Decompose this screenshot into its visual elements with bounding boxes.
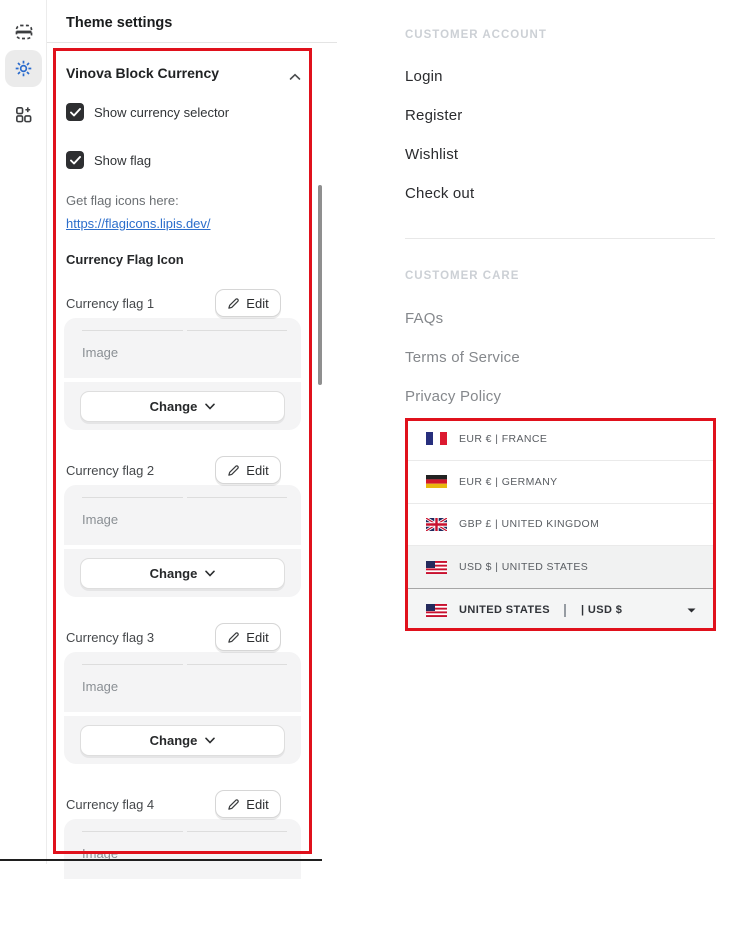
change-button-label: Change [150,733,198,748]
placeholder-divider [82,664,287,665]
chevron-down-icon [205,403,215,410]
storefront-preview: CUSTOMER ACCOUNT Login Register Wishlist… [405,0,716,864]
france-flag-icon [426,432,447,445]
image-picker-card: Image [64,819,301,879]
pencil-icon [227,631,240,644]
change-button[interactable]: Change [80,558,285,589]
edit-button[interactable]: Edit [215,623,281,651]
currency-option-label: USD $ | UNITED STATES [459,561,588,573]
change-button[interactable]: Change [80,725,285,756]
currency-option-label: EUR € | FRANCE [459,433,547,445]
edit-button-label: Edit [246,296,268,311]
edit-button[interactable]: Edit [215,790,281,818]
flag-group-label: Currency flag 1 [66,296,154,311]
card-bottom: Change [64,382,301,430]
placeholder-divider [82,497,287,498]
united-kingdom-flag-icon [426,518,447,531]
editor-icon-rail [0,0,47,864]
placeholder-divider [82,330,287,331]
image-placeholder-area[interactable]: Image [64,485,301,545]
checkbox-row-show-flag: Show flag [66,151,151,169]
image-placeholder-label: Image [82,679,118,694]
checkbox-label: Show currency selector [94,105,229,120]
gear-icon[interactable] [5,50,42,87]
customer-account-heading: CUSTOMER ACCOUNT [405,29,547,41]
checkbox-label: Show flag [94,153,151,168]
united-states-flag-icon [426,561,447,574]
flag-icons-link[interactable]: https://flagicons.lipis.dev/ [66,216,211,231]
dropdown-caret-icon[interactable] [687,608,696,613]
checkbox-checked-icon[interactable] [66,151,84,169]
link-check-out[interactable]: Check out [405,185,474,202]
germany-flag-icon [426,475,447,488]
pencil-icon [227,464,240,477]
edit-button-label: Edit [246,463,268,478]
app-embeds-icon[interactable] [5,96,42,133]
link-register[interactable]: Register [405,107,462,124]
panel-header-divider [47,42,337,43]
currency-selected-row[interactable]: UNITED STATES | USD $ [405,589,716,631]
link-privacy-policy[interactable]: Privacy Policy [405,388,501,405]
panel-title: Theme settings [66,15,172,31]
selected-label-country: UNITED STATES [459,604,550,616]
image-placeholder-label: Image [82,512,118,527]
theme-settings-panel: Theme settings Vinova Block Currency Sho… [47,0,337,864]
currency-flag-group-4: Currency flag 4 Edit Image [47,794,337,936]
edit-button-label: Edit [246,797,268,812]
link-terms-of-service[interactable]: Terms of Service [405,349,520,366]
section-title-vinova-block-currency: Vinova Block Currency [66,65,219,81]
currency-flag-icon-heading: Currency Flag Icon [66,252,184,267]
edit-button-label: Edit [246,630,268,645]
checkbox-row-show-currency-selector: Show currency selector [66,103,229,121]
checkbox-checked-icon[interactable] [66,103,84,121]
image-picker-card: Image Change [64,485,301,597]
change-button[interactable]: Change [80,391,285,422]
chevron-down-icon [205,570,215,577]
footer-divider [405,238,715,239]
customer-care-heading: CUSTOMER CARE [405,270,519,282]
chevron-up-icon[interactable] [289,68,301,86]
selected-label-currency: | USD $ [581,604,622,616]
currency-option-france[interactable]: EUR € | FRANCE [405,418,716,461]
panel-bottom-edge [0,859,322,861]
change-button-label: Change [150,399,198,414]
card-bottom: Change [64,549,301,597]
currency-option-label: GBP £ | UNITED KINGDOM [459,518,599,530]
pencil-icon [227,297,240,310]
change-button-label: Change [150,566,198,581]
currency-flag-group-2: Currency flag 2 Edit Image Change [47,460,337,602]
placeholder-divider [82,831,287,832]
image-placeholder-area[interactable]: Image [64,652,301,712]
flag-group-label: Currency flag 2 [66,463,154,478]
image-picker-card: Image Change [64,318,301,430]
currency-selector-dropdown: EUR € | FRANCE EUR € | GERMANY GBP £ | U… [405,418,716,631]
sections-icon[interactable] [5,13,42,50]
currency-option-germany[interactable]: EUR € | GERMANY [405,461,716,504]
united-states-flag-icon [426,604,447,617]
panel-scrollbar[interactable] [318,185,322,385]
edit-button[interactable]: Edit [215,456,281,484]
link-faqs[interactable]: FAQs [405,310,443,327]
pencil-icon [227,798,240,811]
link-login[interactable]: Login [405,68,443,85]
image-placeholder-label: Image [82,345,118,360]
flag-group-label: Currency flag 3 [66,630,154,645]
edit-button[interactable]: Edit [215,289,281,317]
currency-option-united-states[interactable]: USD $ | UNITED STATES [405,546,716,589]
flag-icons-hint-text: Get flag icons here: [66,193,179,208]
currency-option-united-kingdom[interactable]: GBP £ | UNITED KINGDOM [405,504,716,547]
text-cursor [564,604,566,617]
image-picker-card: Image Change [64,652,301,764]
image-placeholder-area[interactable]: Image [64,318,301,378]
currency-flag-group-3: Currency flag 3 Edit Image Change [47,627,337,769]
card-bottom: Change [64,716,301,764]
currency-flag-group-1: Currency flag 1 Edit Image Change [47,293,337,435]
link-wishlist[interactable]: Wishlist [405,146,458,163]
chevron-down-icon [205,737,215,744]
flag-group-label: Currency flag 4 [66,797,154,812]
image-placeholder-area[interactable]: Image [64,819,301,879]
currency-option-label: EUR € | GERMANY [459,476,558,488]
